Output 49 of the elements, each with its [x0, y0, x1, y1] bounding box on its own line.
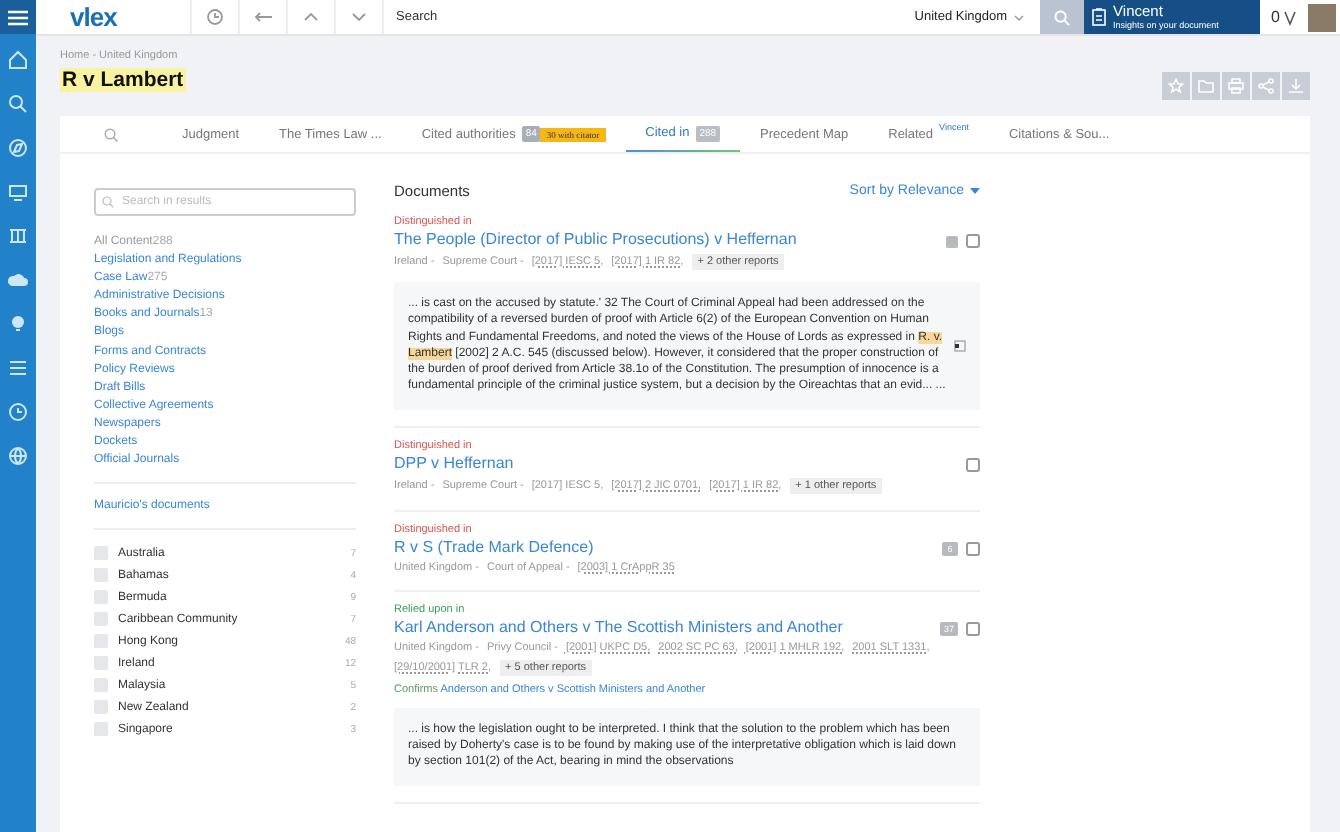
checkbox[interactable]: [94, 590, 108, 605]
clock-icon[interactable]: [8, 402, 28, 422]
folder-icon: [1198, 78, 1214, 94]
list-icon[interactable]: [8, 358, 28, 378]
monitor-icon[interactable]: [8, 182, 28, 202]
download-button[interactable]: [1282, 72, 1310, 100]
star-icon: [1168, 78, 1184, 94]
document-title: R v Lambert: [60, 68, 186, 92]
home-icon[interactable]: [8, 50, 28, 70]
document-link[interactable]: DPP v Heffernan: [394, 453, 958, 472]
menu-icon[interactable]: [8, 9, 28, 25]
search-icon: [1053, 9, 1070, 25]
checkbox[interactable]: [94, 612, 108, 627]
checkbox[interactable]: [94, 700, 108, 715]
checkbox[interactable]: [94, 546, 108, 561]
folder-button[interactable]: [1192, 72, 1220, 100]
document-link[interactable]: The People (Director of Public Prosecutions) v Heffernan: [394, 230, 938, 248]
avatar-photo-placeholder[interactable]: [1308, 3, 1336, 31]
search-button[interactable]: [1039, 0, 1084, 34]
cloud-icon[interactable]: [8, 270, 28, 290]
caret-icon: [970, 188, 980, 194]
checkbox[interactable]: [966, 541, 980, 556]
credit-count: 0: [1269, 8, 1282, 26]
search-icon[interactable]: [104, 127, 118, 141]
checkbox[interactable]: [94, 656, 108, 671]
document-link[interactable]: R v S (Trade Mark Defence): [394, 537, 934, 556]
v-coin-icon: [1284, 9, 1296, 25]
checkbox[interactable]: [94, 678, 108, 693]
share-button[interactable]: [1252, 72, 1280, 100]
checkbox[interactable]: [966, 234, 980, 248]
globe-icon[interactable]: [8, 446, 28, 466]
clipboard-icon: [1091, 8, 1106, 26]
printer-icon: [1228, 78, 1244, 94]
checkbox[interactable]: [94, 568, 108, 583]
favorite-button[interactable]: [1162, 72, 1190, 100]
search-icon[interactable]: [8, 94, 28, 114]
logo[interactable]: vlex: [36, 0, 190, 34]
search-icon: [102, 196, 114, 208]
caret-icon: [1013, 13, 1024, 21]
document-link[interactable]: Karl Anderson and Others v The Scottish Ministers and Another: [394, 617, 932, 636]
share-icon: [1258, 78, 1274, 94]
checkbox[interactable]: [966, 621, 980, 636]
compass-icon[interactable]: [8, 138, 28, 158]
download-icon: [1288, 78, 1304, 94]
checkbox[interactable]: [94, 634, 108, 649]
checkbox[interactable]: [94, 722, 108, 737]
lightbulb-icon[interactable]: [8, 314, 28, 334]
checkbox[interactable]: [966, 457, 980, 472]
print-button[interactable]: [1222, 72, 1250, 100]
